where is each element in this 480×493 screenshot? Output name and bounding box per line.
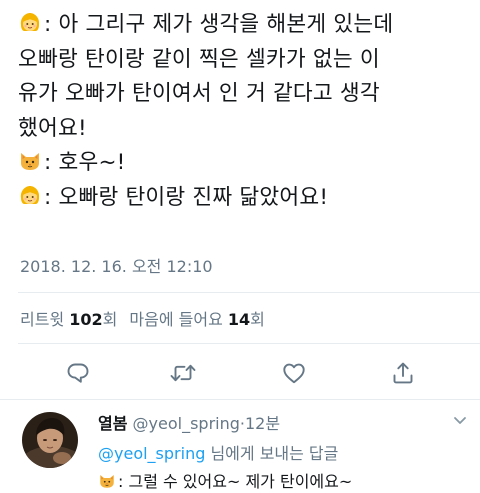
cat-face-emoji (98, 472, 116, 490)
retweets-label: 리트윗 (20, 310, 65, 329)
reply-context-suffix: 님에게 보내는 답글 (205, 444, 339, 463)
likes-unit: 회 (250, 310, 265, 329)
avatar[interactable] (22, 412, 78, 468)
reply-header: 열봄 @yeol_spring·12분 (98, 410, 280, 434)
tweet-line-text: 오빠랑 탄이랑 같이 찍은 셀카가 없는 이 (18, 46, 380, 72)
reply-icon (67, 363, 89, 383)
retweets-count: 102 (69, 310, 103, 329)
chevron-down-icon[interactable] (452, 412, 468, 428)
cat-face-emoji (18, 149, 42, 173)
tweet-line: : 오빠랑 탄이랑 진짜 닮았어요! (18, 181, 468, 216)
share-button[interactable] (388, 358, 418, 388)
tweet-line: : 호우~! (18, 146, 468, 181)
retweets-unit: 회 (102, 310, 118, 329)
retweets-stat[interactable]: 리트윗 102회 (20, 310, 117, 329)
reply-mention-link[interactable]: @yeol_spring (98, 444, 205, 463)
reply-author-handle[interactable]: @yeol_spring (133, 414, 240, 433)
retweet-icon (170, 364, 196, 382)
tweet-line-text: : 호우~! (44, 150, 126, 175)
girl-face-emoji (18, 11, 42, 35)
reply-time[interactable]: 12분 (245, 414, 280, 433)
avatar-photo (22, 412, 78, 468)
reply-text-body: : 그럴 수 있어요~ 제가 탄이에요~ (118, 472, 353, 491)
divider (18, 292, 480, 293)
girl-face-emoji (18, 184, 42, 208)
reply-text: : 그럴 수 있어요~ 제가 탄이에요~ (98, 468, 352, 492)
tweet-line: : 아 그리구 제가 생각을 해본게 있는데 (18, 8, 468, 43)
likes-stat[interactable]: 마음에 들어요 14회 (129, 310, 265, 329)
share-icon (393, 362, 413, 384)
reply-button[interactable] (63, 358, 93, 388)
tweet-line: 했어요! (18, 112, 468, 147)
tweet-line: 유가 오빠가 탄이여서 인 거 같다고 생각 (18, 77, 468, 112)
tweet-text: : 아 그리구 제가 생각을 해본게 있는데 오빠랑 탄이랑 같이 찍은 셀카가… (18, 8, 468, 215)
tweet-stats: 리트윗 102회 마음에 들어요 14회 (20, 306, 265, 330)
divider (18, 343, 480, 344)
likes-label: 마음에 들어요 (129, 310, 223, 329)
tweet-line-text: 유가 오빠가 탄이여서 인 거 같다고 생각 (18, 81, 380, 106)
reply-context: @yeol_spring 님에게 보내는 답글 (98, 440, 338, 464)
tweet-line-text: 했어요! (18, 115, 87, 141)
like-icon (283, 363, 305, 384)
tweet-line-text: : 아 그리구 제가 생각을 해본게 있는데 (44, 12, 394, 37)
likes-count: 14 (227, 310, 251, 329)
retweet-button[interactable] (168, 358, 198, 388)
tweet-timestamp[interactable]: 2018. 12. 16. 오전 12:10 (20, 253, 213, 277)
reply-author-name[interactable]: 열봄 (98, 414, 127, 433)
like-button[interactable] (279, 358, 309, 388)
tweet-line-text: : 오빠랑 탄이랑 진짜 닮았어요! (44, 184, 329, 210)
tweet-line: 오빠랑 탄이랑 같이 찍은 셀카가 없는 이 (18, 43, 468, 78)
tweet-actions (0, 358, 480, 390)
reply-tweet[interactable]: 열봄 @yeol_spring·12분 @yeol_spring 님에게 보내는… (0, 400, 480, 493)
